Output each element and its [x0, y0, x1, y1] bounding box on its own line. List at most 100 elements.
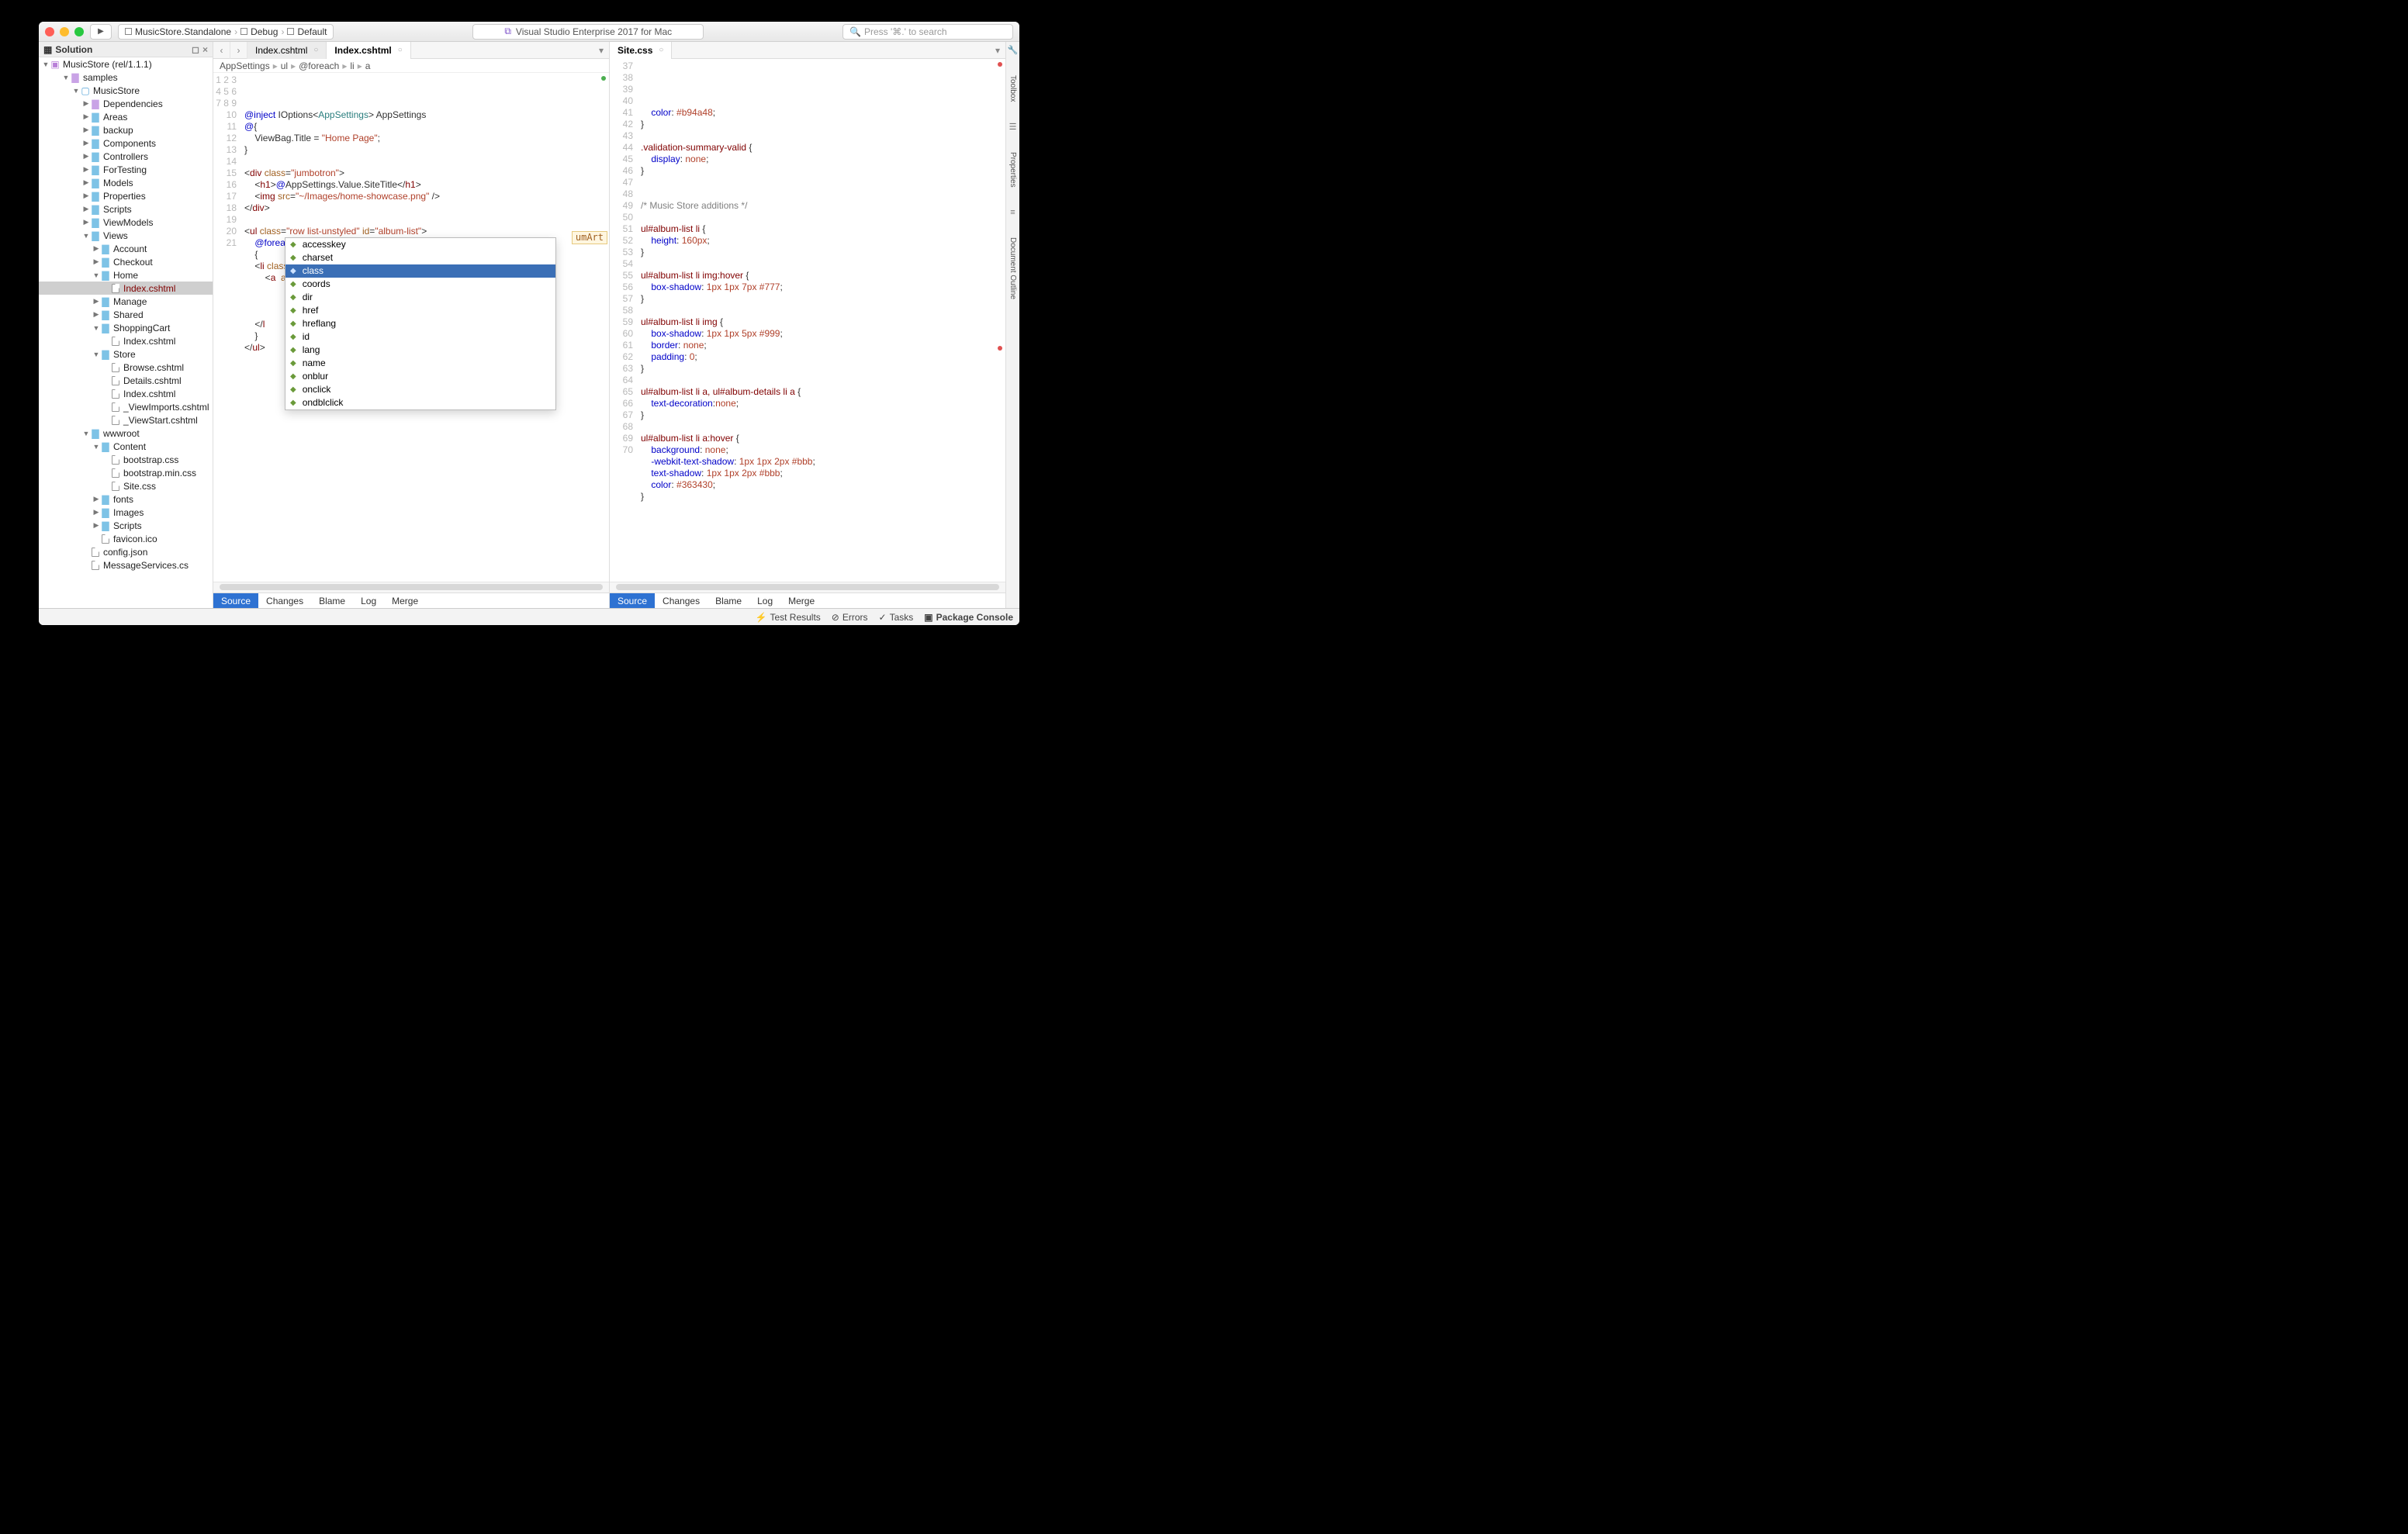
panel-dock-icon[interactable]: ◻: [192, 44, 199, 55]
tree-node[interactable]: ▶▇ViewModels: [39, 216, 213, 229]
close-tab-icon[interactable]: ○: [313, 46, 318, 54]
tree-node[interactable]: ▼▇samples: [39, 71, 213, 84]
tree-node[interactable]: _ViewImports.cshtml: [39, 400, 213, 413]
tree-node[interactable]: ▼▢MusicStore: [39, 84, 213, 97]
view-tab-blame[interactable]: Blame: [311, 593, 353, 609]
tree-node[interactable]: Index.cshtml: [39, 387, 213, 400]
status-errors[interactable]: ⊘Errors: [832, 612, 868, 623]
tree-node[interactable]: MessageServices.cs: [39, 558, 213, 572]
view-tab-changes[interactable]: Changes: [258, 593, 311, 609]
view-tab-merge[interactable]: Merge: [780, 593, 822, 609]
tree-node[interactable]: ▶▇Images: [39, 506, 213, 519]
global-search[interactable]: 🔍 Press '⌘.' to search: [842, 24, 1013, 40]
completion-item[interactable]: ◆hreflang: [285, 317, 555, 330]
tree-root[interactable]: ▼ ▣ MusicStore (rel/1.1.1): [39, 57, 213, 71]
view-tab-source[interactable]: Source: [213, 593, 258, 609]
tree-node[interactable]: ▶▇Scripts: [39, 519, 213, 532]
tree-node[interactable]: ▼▇ShoppingCart: [39, 321, 213, 334]
completion-item[interactable]: ◆charset: [285, 251, 555, 264]
tree-node[interactable]: ▶▇ForTesting: [39, 163, 213, 176]
close-tab-icon[interactable]: ○: [659, 46, 663, 54]
view-tab-source[interactable]: Source: [610, 593, 655, 609]
breadcrumb-segment[interactable]: ul: [281, 60, 288, 71]
tree-node[interactable]: Index.cshtml: [39, 282, 213, 295]
tree-node[interactable]: ▶▇Controllers: [39, 150, 213, 163]
nav-back-button[interactable]: ‹: [213, 42, 230, 59]
tree-node[interactable]: Browse.cshtml: [39, 361, 213, 374]
document-outline-icon[interactable]: ≡: [1010, 208, 1015, 217]
nav-fwd-button[interactable]: ›: [230, 42, 247, 59]
tree-node[interactable]: ▶▇Account: [39, 242, 213, 255]
tree-node[interactable]: ▶▇fonts: [39, 492, 213, 506]
view-tab-merge[interactable]: Merge: [384, 593, 426, 609]
completion-item[interactable]: ◆ondblclick: [285, 396, 555, 409]
h-scrollbar[interactable]: [610, 582, 1005, 593]
tree-node[interactable]: bootstrap.css: [39, 453, 213, 466]
solution-tree[interactable]: ▼ ▣ MusicStore (rel/1.1.1) ▼▇samples▼▢Mu…: [39, 57, 213, 608]
properties-icon[interactable]: ☰: [1009, 122, 1017, 132]
tree-node[interactable]: ▶▇Properties: [39, 189, 213, 202]
editor-tab[interactable]: Index.cshtml○: [327, 42, 410, 59]
status-package-console[interactable]: ▣Package Console: [924, 612, 1013, 623]
h-scrollbar[interactable]: [213, 582, 609, 593]
completion-item[interactable]: ◆onblur: [285, 370, 555, 383]
completion-item[interactable]: ◆class: [285, 264, 555, 278]
view-tab-blame[interactable]: Blame: [708, 593, 749, 609]
completion-item[interactable]: ◆accesskey: [285, 238, 555, 251]
run-button[interactable]: ▶: [90, 24, 112, 40]
run-target-selector[interactable]: MusicStore.Standalone › Debug › Default: [118, 24, 334, 40]
rail-tab-properties[interactable]: Properties: [1009, 147, 1017, 192]
completion-item[interactable]: ◆href: [285, 304, 555, 317]
tab-overflow-button[interactable]: ▾: [593, 45, 609, 56]
close-window-icon[interactable]: [45, 27, 54, 36]
tree-node[interactable]: ▶▇Shared: [39, 308, 213, 321]
editor-tab[interactable]: Index.cshtml○: [247, 42, 327, 59]
rail-tab-document-outline[interactable]: Document Outline: [1009, 233, 1017, 304]
tree-node[interactable]: config.json: [39, 545, 213, 558]
tree-node[interactable]: ▶▇Manage: [39, 295, 213, 308]
status-tasks[interactable]: ✓Tasks: [879, 612, 914, 623]
tree-node[interactable]: ▼▇Views: [39, 229, 213, 242]
editor-left-code[interactable]: 1 2 3 4 5 6 7 8 9 10 11 12 13 14 15 16 1…: [213, 73, 609, 582]
tree-node[interactable]: ▶▇Components: [39, 136, 213, 150]
tree-node[interactable]: ▼▇wwwroot: [39, 427, 213, 440]
tree-node[interactable]: ▶▇Areas: [39, 110, 213, 123]
completion-item[interactable]: ◆onclick: [285, 383, 555, 396]
tree-node[interactable]: ▶▇Dependencies: [39, 97, 213, 110]
tree-node[interactable]: Site.css: [39, 479, 213, 492]
tab-overflow-button[interactable]: ▾: [990, 45, 1005, 56]
tree-node[interactable]: ▶▇Models: [39, 176, 213, 189]
zoom-window-icon[interactable]: [74, 27, 84, 36]
breadcrumb-segment[interactable]: @foreach: [299, 60, 339, 71]
breadcrumb-segment[interactable]: li: [350, 60, 354, 71]
tree-node[interactable]: ▼▇Content: [39, 440, 213, 453]
status-test-results[interactable]: ⚡Test Results: [755, 612, 820, 623]
tree-node[interactable]: Index.cshtml: [39, 334, 213, 347]
panel-close-icon[interactable]: ×: [202, 44, 208, 55]
completion-item[interactable]: ◆dir: [285, 291, 555, 304]
editor-left-breadcrumb[interactable]: AppSettings▸ul▸@foreach▸li▸a: [213, 59, 609, 73]
view-tab-log[interactable]: Log: [749, 593, 780, 609]
completion-item[interactable]: ◆name: [285, 357, 555, 370]
completion-item[interactable]: ◆coords: [285, 278, 555, 291]
toolbox-icon[interactable]: 🔧: [1008, 45, 1019, 55]
completion-item[interactable]: ◆id: [285, 330, 555, 344]
editor-right-code[interactable]: 37 38 39 40 41 42 43 44 45 46 47 48 49 5…: [610, 59, 1005, 582]
tree-node[interactable]: ▶▇Scripts: [39, 202, 213, 216]
source[interactable]: color: #b94a48; } .validation-summary-va…: [639, 59, 1005, 582]
editor-tab[interactable]: Site.css○: [610, 42, 672, 59]
tree-node[interactable]: Details.cshtml: [39, 374, 213, 387]
breadcrumb-segment[interactable]: a: [365, 60, 371, 71]
tree-node[interactable]: favicon.ico: [39, 532, 213, 545]
view-tab-changes[interactable]: Changes: [655, 593, 708, 609]
tree-node[interactable]: ▶▇Checkout: [39, 255, 213, 268]
rail-tab-toolbox[interactable]: Toolbox: [1009, 71, 1017, 106]
minimize-window-icon[interactable]: [60, 27, 69, 36]
tree-node[interactable]: ▼▇Store: [39, 347, 213, 361]
tree-node[interactable]: bootstrap.min.css: [39, 466, 213, 479]
tree-node[interactable]: ▼▇Home: [39, 268, 213, 282]
view-tab-log[interactable]: Log: [353, 593, 384, 609]
completion-popup[interactable]: ◆accesskey◆charset◆class◆coords◆dir◆href…: [285, 237, 556, 410]
tree-node[interactable]: ▶▇backup: [39, 123, 213, 136]
completion-item[interactable]: ◆lang: [285, 344, 555, 357]
